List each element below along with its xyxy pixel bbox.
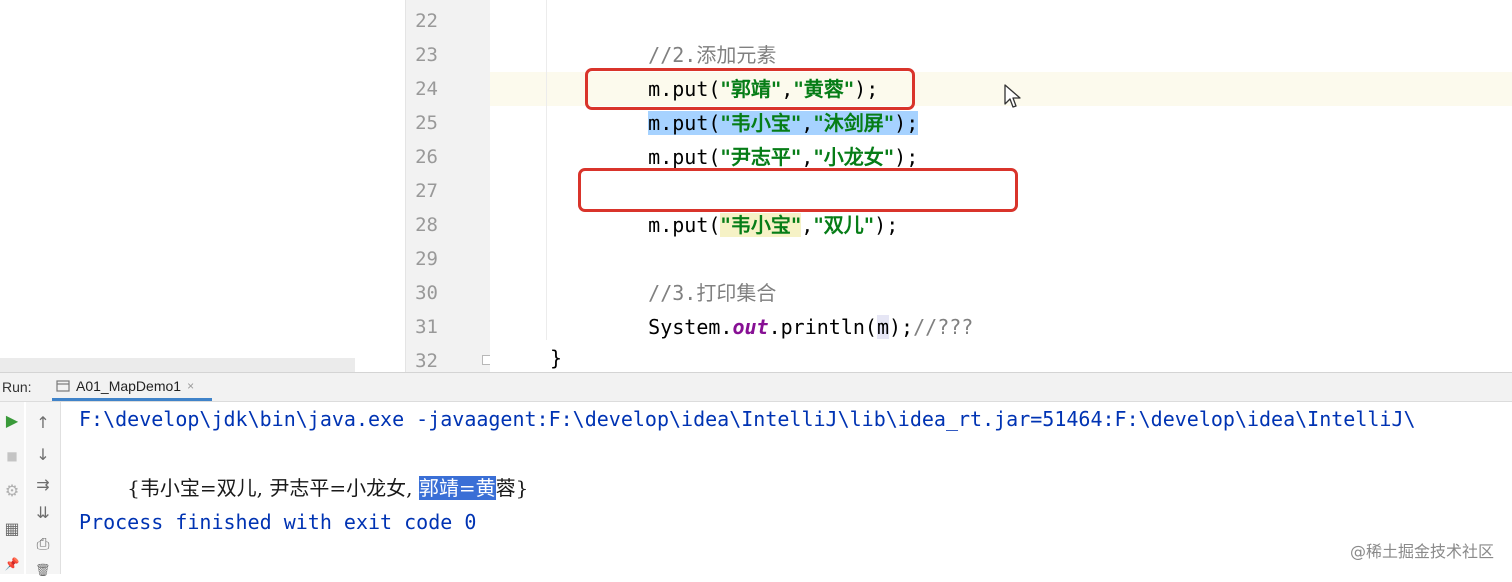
string-literal: "尹志平"	[720, 145, 802, 169]
line-number-gutter: 22 23 24 25 26 27 28 29 30 31 32	[405, 0, 492, 372]
watermark-text: @稀土掘金技术社区	[1349, 542, 1494, 561]
code-token: );	[889, 315, 914, 339]
rerun-icon[interactable]: ▶	[0, 408, 24, 432]
run-config-icon	[56, 379, 70, 392]
selected-output-text: 郭靖=黄	[418, 476, 496, 500]
run-toolbar-secondary: ↑ ↓ ⇉ ⇊ ⎙ 🗑	[26, 402, 61, 577]
string-literal: "韦小宝"	[720, 213, 802, 237]
run-tool-window-header: Run: A01_MapDemo1 ×	[0, 372, 1512, 402]
code-token: );	[874, 213, 899, 237]
line-number: 31	[415, 316, 438, 338]
code-token: System.	[648, 315, 733, 339]
stop-icon[interactable]: ■	[0, 444, 24, 468]
settings-icon[interactable]: ⚙	[0, 478, 24, 502]
string-literal: "双儿"	[813, 213, 875, 237]
indent-guide	[546, 0, 547, 340]
line-number: 26	[415, 146, 438, 168]
mouse-pointer-icon	[1004, 84, 1021, 108]
string-literal: "小龙女"	[813, 145, 895, 169]
trash-icon[interactable]: 🗑	[31, 558, 55, 582]
output-text: 蓉}	[495, 476, 529, 500]
run-label: Run:	[2, 379, 32, 395]
closing-brace: }	[550, 346, 563, 370]
static-field: out	[732, 315, 769, 339]
pin-icon[interactable]: 📌	[0, 552, 24, 576]
layout-icon[interactable]: ▦	[0, 516, 24, 540]
code-token: );	[894, 145, 919, 169]
line-number: 27	[415, 180, 438, 202]
scroll-to-end-icon[interactable]: ⇊	[31, 500, 55, 524]
exit-message: Process finished with exit code 0	[79, 510, 477, 534]
highlight-box	[585, 68, 915, 110]
line-number: 25	[415, 112, 438, 134]
up-arrow-icon[interactable]: ↑	[31, 410, 55, 434]
soft-wrap-icon[interactable]: ⇉	[31, 472, 55, 496]
code-token: m.put(	[648, 145, 721, 169]
output-text: {韦小宝=双儿, 尹志平=小龙女,	[127, 476, 419, 500]
run-tab-a01-mapdemo1[interactable]: A01_MapDemo1 ×	[52, 373, 212, 401]
code-token: m.put(	[648, 213, 721, 237]
program-output-line: {韦小宝=双儿, 尹志平=小龙女, 郭靖=黄蓉}	[79, 437, 528, 500]
code-token: ,	[801, 145, 814, 169]
highlight-box	[578, 168, 1018, 212]
command-line-text: F:\develop\jdk\bin\java.exe -javaagent:F…	[79, 407, 1416, 431]
line-number: 30	[415, 282, 438, 304]
run-tab-title: A01_MapDemo1	[76, 377, 182, 394]
code-token: .println(	[768, 315, 877, 339]
line-number: 23	[415, 44, 438, 66]
console-output[interactable]: F:\develop\jdk\bin\java.exe -javaagent:F…	[61, 402, 1512, 574]
close-icon[interactable]: ×	[187, 379, 194, 393]
code-line-30[interactable]: System.out.println(m);//???	[600, 276, 973, 339]
code-line-29[interactable]: //3.打印集合	[600, 242, 776, 305]
horizontal-scrollbar[interactable]	[0, 358, 355, 372]
print-icon[interactable]: ⎙	[31, 532, 55, 556]
line-number: 22	[415, 10, 438, 32]
line-number: 24	[415, 78, 438, 100]
comment-text: //???	[913, 315, 974, 339]
project-panel-area	[0, 0, 405, 372]
variable-reference: m	[876, 315, 890, 339]
code-token: ,	[801, 213, 814, 237]
down-arrow-icon[interactable]: ↓	[31, 442, 55, 466]
line-number: 29	[415, 248, 438, 270]
run-toolbar-primary: ▶ ■ ⚙ ▦ 📌	[0, 402, 24, 574]
code-line-23[interactable]: m.put("郭靖","黄蓉");	[600, 38, 878, 101]
line-number: 28	[415, 214, 438, 236]
code-line-25[interactable]: m.put("尹志平","小龙女");	[600, 106, 918, 169]
code-line-22[interactable]: //2.添加元素	[600, 4, 776, 67]
